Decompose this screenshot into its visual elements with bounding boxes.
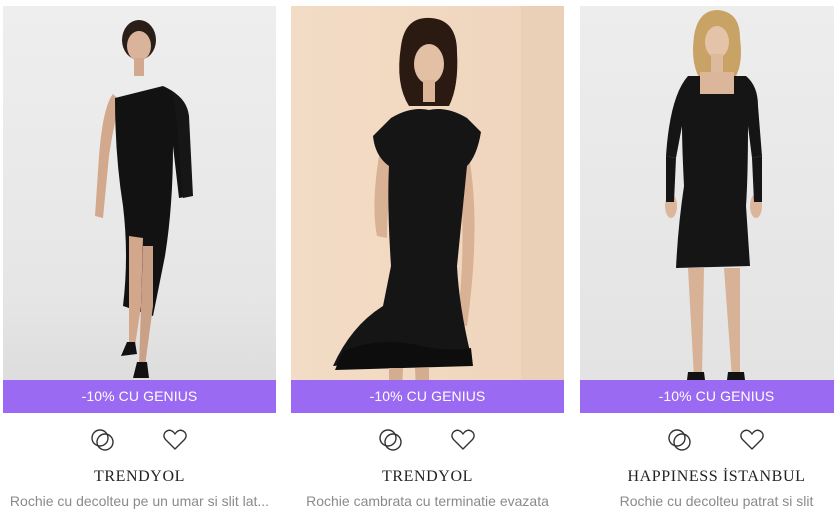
product-card[interactable]: -10% CU GENIUS TRENDYOL Rochie cambrata … [291,6,564,516]
product-name[interactable]: Rochie cambrata cu terminatie evazata [291,493,564,509]
product-image[interactable]: -10% CU GENIUS [3,6,276,413]
favorite-heart-icon[interactable] [738,426,766,454]
product-card[interactable]: -10% CU GENIUS HAPPINESS İSTANBUL Rochie… [580,6,834,516]
genius-promo-banner: -10% CU GENIUS [3,380,276,413]
product-name[interactable]: Rochie cu decolteu pe un umar si slit la… [3,493,276,509]
product-actions [580,426,834,454]
product-brand[interactable]: TRENDYOL [291,468,564,486]
product-image[interactable]: -10% CU GENIUS [580,6,834,413]
product-brand[interactable]: TRENDYOL [3,468,276,486]
product-image[interactable]: -10% CU GENIUS [291,6,564,413]
product-brand[interactable]: HAPPINESS İSTANBUL [580,468,834,486]
product-name[interactable]: Rochie cu decolteu patrat si slit [580,493,834,509]
favorite-heart-icon[interactable] [449,426,477,454]
genius-promo-banner: -10% CU GENIUS [291,380,564,413]
favorite-heart-icon[interactable] [161,426,189,454]
genius-promo-banner: -10% CU GENIUS [580,380,834,413]
product-actions [291,426,564,454]
product-card[interactable]: -10% CU GENIUS TRENDYOL Rochie cu decolt… [3,6,276,516]
compare-icon[interactable] [666,426,694,454]
product-actions [3,426,276,454]
product-grid: -10% CU GENIUS TRENDYOL Rochie cu decolt… [0,0,834,519]
compare-icon[interactable] [89,426,117,454]
compare-icon[interactable] [377,426,405,454]
